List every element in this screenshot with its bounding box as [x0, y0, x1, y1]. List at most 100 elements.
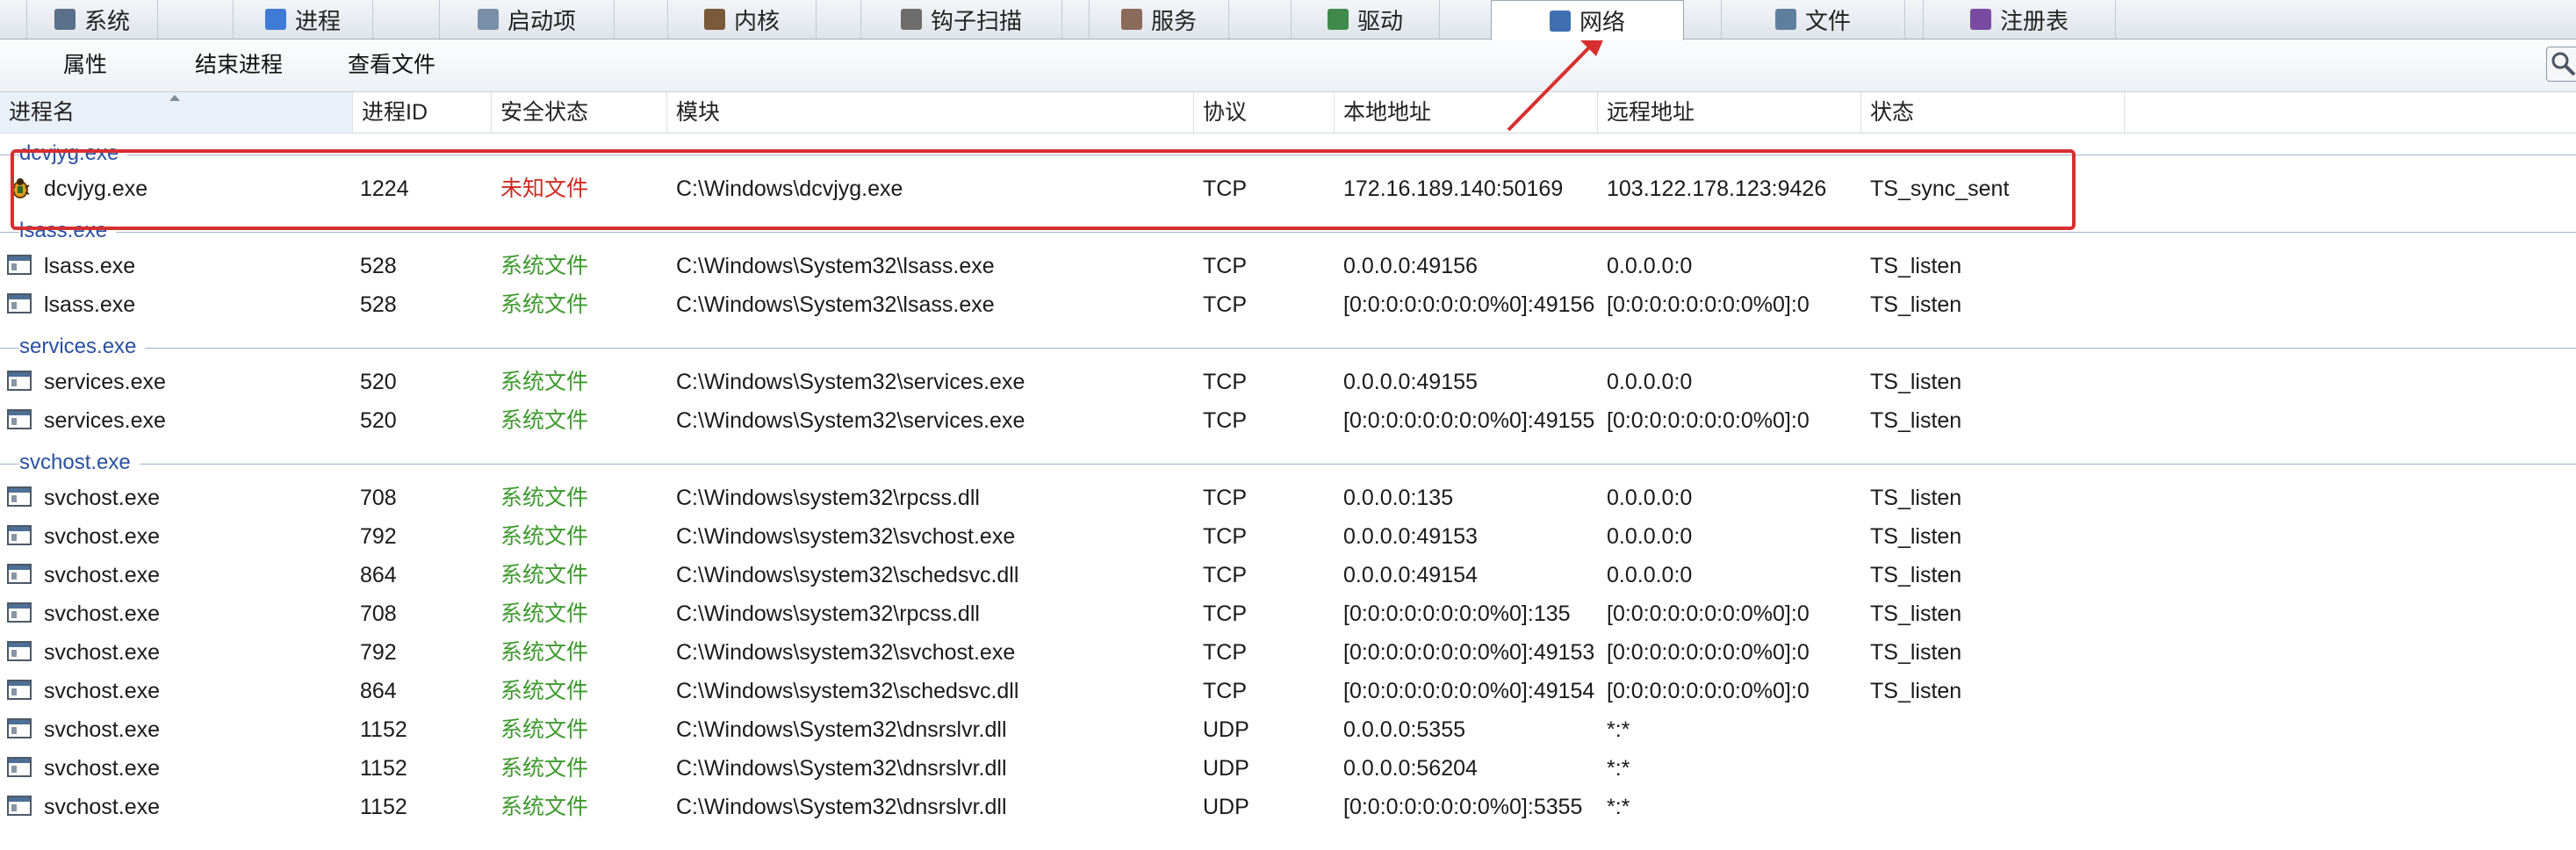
tab-网络[interactable]: 网络	[1491, 0, 1684, 40]
tab-注册表[interactable]: 注册表	[1923, 0, 2116, 39]
pid-cell: 520	[360, 370, 397, 394]
group-header-services.exe[interactable]: services.exe	[0, 331, 2576, 363]
table-row[interactable]: lsass.exe 528 系统文件 C:\Windows\System32\lsas…	[0, 285, 2576, 324]
local-address-cell: 172.16.189.140:50169	[1343, 176, 1564, 201]
remote-address-cell: [0:0:0:0:0:0:0:0%0]:0	[1607, 679, 1810, 703]
module-path-cell: C:\Windows\System32\services.exe	[676, 370, 1025, 394]
local-address-cell: [0:0:0:0:0:0:0:0%0]:135	[1343, 601, 1571, 626]
remote-address-cell: 0.0.0.0:0	[1607, 486, 1693, 510]
table-row[interactable]: svchost.exe 708 系统文件 C:\Windows\system32\rp…	[0, 594, 2576, 633]
kernel-chip-icon	[703, 9, 725, 30]
remote-address-cell: *:*	[1607, 795, 1630, 819]
tab-服务[interactable]: 服务	[1089, 0, 1229, 39]
process-name-cell: services.exe	[44, 370, 166, 394]
process-name-cell: svchost.exe	[44, 486, 161, 510]
protocol-cell: TCP	[1203, 176, 1247, 201]
process-name-cell: svchost.exe	[44, 524, 161, 549]
tab-label: 网络	[1579, 9, 1625, 35]
tab-文件[interactable]: 文件	[1721, 0, 1905, 39]
local-address-cell: 0.0.0.0:49155	[1343, 370, 1478, 394]
table-row[interactable]: lsass.exe 528 系统文件 C:\Windows\System32\lsas…	[0, 247, 2576, 285]
table-row[interactable]: dcvjyg.exe 1224 未知文件 C:\Windows\dcvjyg.exe T…	[0, 169, 2576, 208]
search-button[interactable]	[2546, 47, 2576, 82]
protocol-cell: TCP	[1203, 640, 1247, 665]
process-name-cell: svchost.exe	[44, 795, 161, 819]
column-header-security[interactable]: 安全状态	[492, 92, 667, 133]
pid-cell: 708	[360, 601, 397, 626]
table-row[interactable]: svchost.exe 864 系统文件 C:\Windows\system32\sc…	[0, 672, 2576, 710]
process-name-cell: services.exe	[44, 408, 166, 433]
tab-钩子扫描[interactable]: 钩子扫描	[860, 0, 1062, 39]
module-path-cell: C:\Windows\System32\dnsrslvr.dll	[676, 795, 1007, 819]
protocol-cell: TCP	[1203, 563, 1247, 587]
protocol-cell: TCP	[1203, 524, 1247, 549]
local-address-cell: 0.0.0.0:49153	[1343, 524, 1478, 549]
group-label: svchost.exe	[19, 450, 140, 475]
tab-label: 系统	[83, 7, 130, 34]
window-app-icon	[7, 409, 32, 429]
file-document-icon	[1774, 9, 1796, 30]
tab-系统[interactable]: 系统	[26, 0, 158, 39]
window-app-icon	[7, 757, 32, 777]
table-row[interactable]: services.exe 520 系统文件 C:\Windows\System32\s…	[0, 363, 2576, 401]
local-address-cell: 0.0.0.0:49156	[1343, 254, 1478, 278]
local-address-cell: 0.0.0.0:135	[1343, 486, 1454, 510]
group-label: lsass.exe	[19, 219, 117, 243]
view-file-button[interactable]: 查看文件	[342, 40, 441, 90]
end-process-button[interactable]: 结束进程	[190, 40, 288, 90]
driver-gear-icon	[1327, 9, 1349, 30]
column-header-module[interactable]: 模块	[667, 92, 1194, 133]
table-row[interactable]: svchost.exe 792 系统文件 C:\Windows\system32\sv…	[0, 517, 2576, 556]
group-divider	[0, 464, 2576, 465]
column-header-label: 安全状态	[500, 100, 589, 125]
local-address-cell: 0.0.0.0:5355	[1343, 717, 1466, 742]
tab-label: 进程	[294, 7, 341, 34]
remote-address-cell: 103.122.178.123:9426	[1607, 176, 1827, 201]
column-header-pid[interactable]: 进程ID	[353, 92, 492, 133]
column-header-local-address[interactable]: 本地地址	[1335, 92, 1598, 133]
column-header-state[interactable]: 状态	[1861, 92, 2125, 133]
group-header-dcvjyg.exe[interactable]: dcvjyg.exe	[0, 138, 2576, 169]
process-name-cell: svchost.exe	[44, 679, 161, 703]
pid-cell: 528	[360, 292, 397, 317]
properties-button[interactable]: 属性	[58, 40, 112, 90]
state-cell: TS_listen	[1870, 679, 1962, 703]
table-row[interactable]: svchost.exe 792 系统文件 C:\Windows\system32\sv…	[0, 633, 2576, 672]
tab-label: 驱动	[1356, 7, 1403, 34]
group-header-lsass.exe[interactable]: lsass.exe	[0, 215, 2576, 247]
tab-内核[interactable]: 内核	[667, 0, 817, 39]
table-row[interactable]: svchost.exe 1152 系统文件 C:\Windows\System32\d…	[0, 749, 2576, 788]
tab-label: 内核	[733, 7, 780, 34]
tab-进程[interactable]: 进程	[233, 0, 373, 39]
window-app-icon	[7, 796, 32, 816]
table-row[interactable]: services.exe 520 系统文件 C:\Windows\System32\s…	[0, 401, 2576, 440]
security-status-cell: 系统文件	[500, 486, 589, 510]
column-header-process-name[interactable]: 进程名	[0, 92, 353, 133]
column-header-remote-address[interactable]: 远程地址	[1598, 92, 1861, 133]
table-row[interactable]: svchost.exe 864 系统文件 C:\Windows\system32\sc…	[0, 556, 2576, 594]
column-header-protocol[interactable]: 协议	[1194, 92, 1335, 133]
table-row[interactable]: svchost.exe 708 系统文件 C:\Windows\system32\rp…	[0, 479, 2576, 517]
column-header-label: 状态	[1870, 100, 1915, 125]
protocol-cell: TCP	[1203, 486, 1247, 510]
startup-gear-icon	[477, 9, 499, 30]
local-address-cell: [0:0:0:0:0:0:0:0%0]:49154	[1343, 679, 1595, 703]
table-row[interactable]: svchost.exe 1152 系统文件 C:\Windows\System32\d…	[0, 710, 2576, 749]
state-cell: TS_listen	[1870, 486, 1962, 510]
table-row[interactable]: svchost.exe 1152 系统文件 C:\Windows\System32\d…	[0, 788, 2576, 826]
protocol-cell: UDP	[1203, 795, 1249, 819]
tab-label: 钩子扫描	[930, 7, 1022, 34]
remote-address-cell: 0.0.0.0:0	[1607, 254, 1693, 278]
pid-cell: 1224	[360, 176, 409, 201]
group-header-svchost.exe[interactable]: svchost.exe	[0, 447, 2576, 479]
module-path-cell: C:\Windows\system32\rpcss.dll	[676, 601, 980, 626]
protocol-cell: UDP	[1203, 756, 1249, 781]
pid-cell: 792	[360, 524, 397, 549]
state-cell: TS_listen	[1870, 601, 1962, 626]
local-address-cell: 0.0.0.0:56204	[1343, 756, 1478, 781]
tab-label: 服务	[1150, 7, 1197, 34]
tab-启动项[interactable]: 启动项	[439, 0, 615, 39]
pid-cell: 520	[360, 408, 397, 433]
security-status-cell: 系统文件	[500, 292, 589, 317]
tab-驱动[interactable]: 驱动	[1291, 0, 1440, 39]
